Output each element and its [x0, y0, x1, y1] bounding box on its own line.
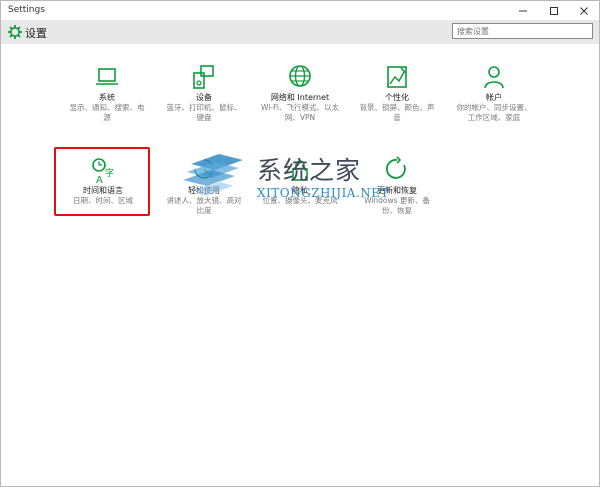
maximize-icon [550, 6, 558, 15]
gear-icon [8, 25, 22, 39]
tile-accounts[interactable]: 帐户 你的帐户、同步设置、工作区域、家庭 [454, 63, 534, 133]
page-title: 设置 [25, 27, 47, 40]
tile-description: 背景、锁屏、颜色、声音 [359, 103, 435, 122]
person-icon [484, 66, 504, 89]
tile-label: 帐户 [486, 93, 502, 102]
tile-description: 你的帐户、同步设置、工作区域、家庭 [456, 103, 532, 122]
close-icon [580, 6, 588, 15]
window-title: Settings [8, 5, 45, 15]
tile-system[interactable]: 系统 显示、通知、搜索、电源 [67, 63, 147, 133]
tile-description: Wi-Fi、飞行模式、以太网、VPN [261, 103, 339, 122]
tile-description: 显示、通知、搜索、电源 [69, 103, 145, 122]
maximize-button[interactable] [539, 1, 569, 20]
watermark: 系统之家 XITONGZHIJIA.NET [181, 146, 416, 211]
close-button[interactable] [569, 1, 599, 20]
tile-label: 系统 [99, 93, 115, 102]
minimize-button[interactable] [508, 1, 538, 20]
tile-label: 个性化 [385, 93, 409, 102]
personalization-icon [387, 66, 407, 88]
watermark-chinese-text: 系统之家 [257, 156, 362, 185]
highlight-box [54, 147, 150, 216]
settings-window: Settings 设置 系统 显示、通知、搜索、电源 [0, 0, 600, 487]
tile-label: 设备 [196, 93, 212, 102]
watermark-english-text: XITONGZHIJIA.NET [257, 186, 390, 200]
minimize-icon [519, 10, 527, 11]
globe-icon [289, 65, 311, 87]
watermark-logo-icon [183, 154, 243, 196]
title-bar[interactable]: Settings [1, 1, 599, 20]
tile-network[interactable]: 网络和 Internet Wi-Fi、飞行模式、以太网、VPN [260, 63, 340, 133]
tile-personalization[interactable]: 个性化 背景、锁屏、颜色、声音 [357, 63, 437, 133]
tile-label: 网络和 Internet [270, 93, 330, 102]
tile-description: 蓝牙、打印机、鼠标、键盘 [166, 103, 242, 122]
laptop-icon [96, 68, 118, 85]
tile-devices[interactable]: 设备 蓝牙、打印机、鼠标、键盘 [164, 63, 244, 133]
devices-icon [193, 65, 214, 89]
search-input[interactable] [452, 23, 593, 39]
